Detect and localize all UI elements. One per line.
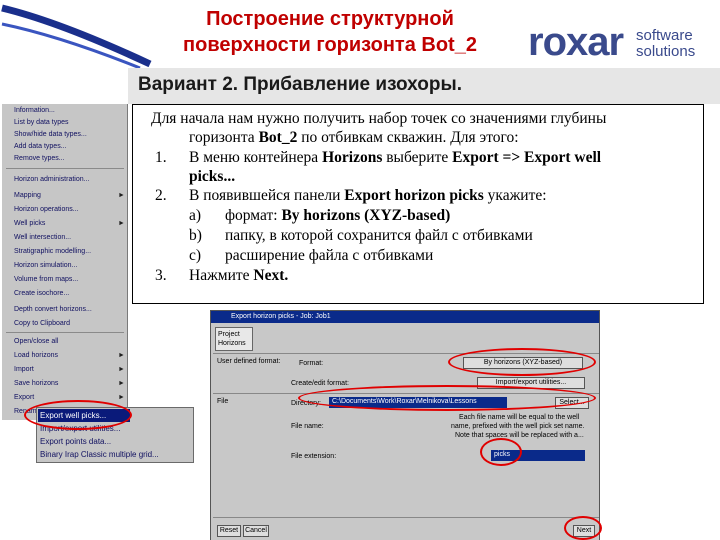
submenu-arrow-icon: ► [118, 394, 125, 401]
menu-item-well-picks[interactable]: Well picks [14, 218, 45, 230]
menu-item-create-isochore[interactable]: Create isochore... [14, 288, 69, 300]
cancel-button[interactable]: Cancel [243, 525, 269, 537]
step-3-number: 3. [155, 267, 167, 284]
sub-a-text: формат: By horizons (XYZ-based) [225, 207, 451, 224]
title-line-1: Построение структурной [206, 8, 454, 30]
sub-b-text: папку, в которой сохранится файл с отбив… [225, 227, 533, 244]
dialog-title-bar[interactable]: Export horizon picks - Job: Job1 [211, 311, 599, 323]
file-name-label: File name: [291, 423, 324, 430]
step-3-text: Нажмите Next. [189, 267, 289, 284]
menu-item-load-horizons[interactable]: Load horizons [14, 350, 58, 362]
sub-b-letter: b) [189, 227, 202, 244]
file-name-note-1: Each file name will be equal to the well [459, 414, 580, 421]
export-horizon-picks-dialog: Export horizon picks - Job: Job1 Project… [210, 310, 600, 540]
submenu-export-points-data[interactable]: Export points data... [40, 435, 111, 448]
menu-item-export[interactable]: Export [14, 392, 34, 404]
intro-line-1: Для начала нам нужно получить набор точе… [151, 110, 607, 127]
step-1-text: В меню контейнера Horizons выберите Expo… [189, 149, 602, 166]
menu-item-add-data-types[interactable]: Add data types... [14, 141, 67, 153]
format-label: Format: [299, 360, 324, 367]
submenu-arrow-icon: ► [118, 366, 125, 373]
menu-item-copy-to-clipboard[interactable]: Copy to Clipboard [14, 318, 70, 330]
project-horizons-tab[interactable]: Project Horizons [215, 327, 253, 351]
menu-separator [6, 168, 124, 169]
highlight-extension [480, 438, 522, 466]
step-1-number: 1. [155, 149, 167, 166]
logo-word: roxar [528, 20, 624, 64]
file-name-note-3: Note that spaces will be replaced with a… [455, 432, 584, 439]
tab-line-project: Project [218, 331, 240, 338]
menu-item-mapping[interactable]: Mapping [14, 190, 41, 202]
sub-c-text: расширение файла с отбивками [225, 247, 434, 264]
highlight-directory [298, 385, 596, 411]
menu-item-save-horizons[interactable]: Save horizons [14, 378, 58, 390]
file-extension-label: File extension: [291, 453, 337, 460]
create-edit-format-label: Create/edit format: [291, 380, 349, 387]
highlight-format [448, 348, 596, 376]
menu-item-horizon-administration[interactable]: Horizon administration... [14, 174, 89, 186]
menu-item-import[interactable]: Import [14, 364, 34, 376]
submenu-arrow-icon: ► [118, 192, 125, 199]
instructions-box: Для начала нам нужно получить набор точе… [132, 104, 704, 304]
sub-a-letter: a) [189, 207, 202, 224]
highlight-next [564, 516, 602, 540]
tab-line-horizons: Horizons [218, 340, 246, 347]
menu-item-list-by-data-types[interactable]: List by data types [14, 117, 68, 129]
user-defined-format-label: User defined format: [217, 358, 281, 365]
highlight-export-menu [24, 400, 132, 430]
sub-c-letter: c) [189, 247, 202, 264]
reset-button[interactable]: Reset [217, 525, 241, 537]
dialog-divider [213, 517, 599, 518]
menu-item-horizon-operations[interactable]: Horizon operations... [14, 204, 79, 216]
menu-item-information[interactable]: Information... [14, 105, 55, 117]
file-section-label: File [217, 398, 229, 405]
menu-separator [6, 332, 124, 333]
submenu-arrow-icon: ► [118, 352, 125, 359]
menu-item-horizon-simulation[interactable]: Horizon simulation... [14, 260, 77, 272]
menu-item-open-close-all[interactable]: Open/close all [14, 336, 58, 348]
submenu-arrow-icon: ► [118, 380, 125, 387]
page-subtitle: Вариант 2. Прибавление изохоры. [138, 74, 462, 95]
page-title: Построение структурной поверхности гориз… [140, 6, 520, 58]
menu-item-depth-convert-horizons[interactable]: Depth convert horizons... [14, 304, 92, 316]
step-2-number: 2. [155, 187, 167, 204]
menu-item-stratigraphic-modelling[interactable]: Stratigraphic modelling... [14, 246, 91, 258]
step-2-text: В появившейся панели Export horizon pick… [189, 187, 547, 204]
menu-item-well-intersection[interactable]: Well intersection... [14, 232, 71, 244]
title-line-2: поверхности горизонта Bot_2 [183, 34, 477, 56]
menu-item-show-hide-data-types[interactable]: Show/hide data types... [14, 129, 87, 141]
menu-item-volume-from-maps[interactable]: Volume from maps... [14, 274, 78, 286]
step-1-text-cont: picks... [189, 168, 236, 185]
submenu-arrow-icon: ► [118, 220, 125, 227]
intro-line-2: горизонта Bot_2 по отбивкам скважин. Для… [189, 129, 519, 146]
submenu-binary-irap-grid[interactable]: Binary Irap Classic multiple grid... [40, 448, 159, 461]
menu-item-remove-types[interactable]: Remove types... [14, 153, 65, 165]
file-name-note-2: name, prefixed with the well pick set na… [451, 423, 585, 430]
logo-software: software [636, 27, 693, 44]
roxar-logo: roxar software solutions [528, 20, 708, 66]
horizons-context-menu: Information... List by data types Show/h… [2, 104, 128, 420]
logo-solutions: solutions [636, 43, 696, 60]
